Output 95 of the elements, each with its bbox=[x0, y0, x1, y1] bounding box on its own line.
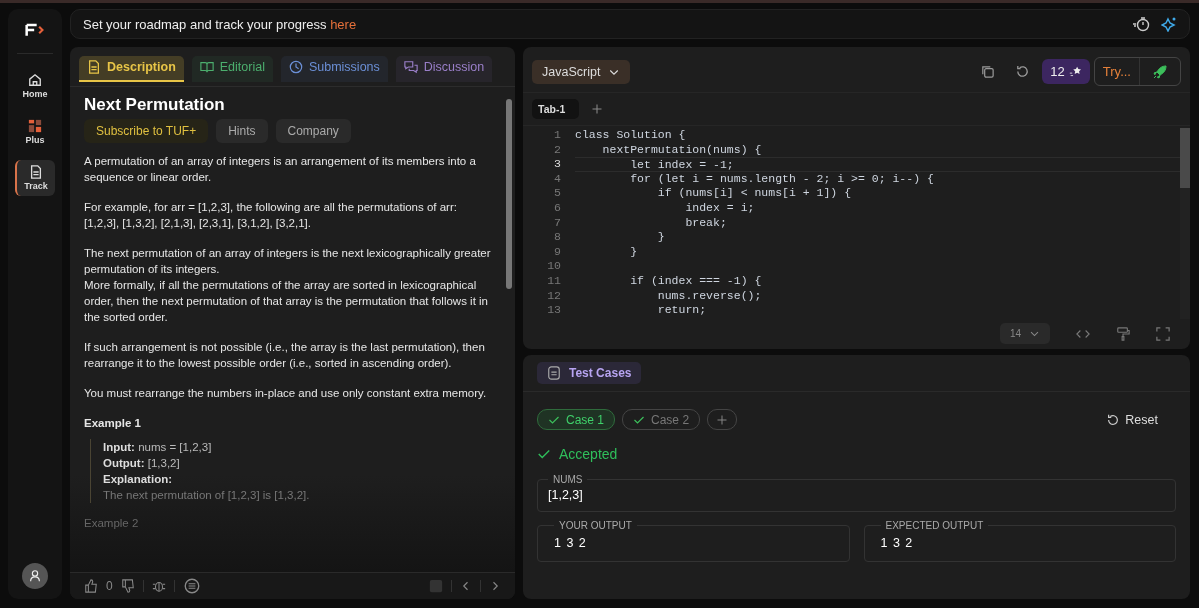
example-line: Input: nums = [1,2,3] bbox=[103, 440, 213, 455]
scrollbar-thumb[interactable] bbox=[506, 99, 512, 289]
code-line: } bbox=[656, 230, 665, 244]
try-button[interactable]: Try... bbox=[1094, 58, 1140, 85]
book-icon bbox=[199, 60, 214, 74]
document-icon bbox=[87, 60, 101, 74]
sparkle-icon[interactable] bbox=[1161, 16, 1177, 32]
code-line: let index = -1; bbox=[629, 158, 734, 172]
terminal-icon bbox=[547, 366, 561, 380]
test-cases-tab[interactable]: Test Cases bbox=[537, 362, 642, 384]
panel-tab[interactable]: Description bbox=[79, 56, 184, 82]
example-line: Output: [1,3,2] bbox=[103, 456, 181, 471]
sidebar-item[interactable]: Plus bbox=[16, 114, 54, 150]
line-number: 7 bbox=[554, 215, 561, 229]
line-number: 10 bbox=[547, 259, 561, 273]
clock-icon bbox=[288, 60, 303, 74]
reset-button[interactable]: Reset bbox=[1100, 411, 1164, 428]
code-line: index = i; bbox=[684, 200, 755, 214]
field-value: [1,2,3] bbox=[548, 488, 583, 502]
field-value: 1 3 2 bbox=[880, 536, 914, 550]
chat-icon bbox=[403, 60, 418, 74]
file-tab[interactable]: Tab-1 bbox=[532, 99, 580, 119]
line-number: 5 bbox=[554, 186, 561, 200]
bug-icon[interactable] bbox=[151, 579, 166, 593]
panel-tab[interactable]: Submissions bbox=[280, 56, 388, 82]
avatar-icon[interactable] bbox=[22, 563, 48, 589]
line-number: 3 bbox=[554, 157, 561, 171]
rocket-icon[interactable] bbox=[1152, 63, 1168, 80]
line-number: 1 bbox=[554, 128, 561, 141]
document-icon bbox=[29, 165, 43, 179]
paint-roller-icon[interactable] bbox=[1116, 326, 1130, 341]
check-icon bbox=[537, 447, 551, 461]
reset-icon bbox=[1106, 412, 1121, 427]
description-paragraph: If such arrangement is not possible (i.e., the array is the last permutation), then rearrange it to the lowest possible order (i.e., sorted in ascending order). bbox=[84, 340, 486, 371]
banner-text: Set your roadmap and track your progress here bbox=[83, 16, 358, 32]
code-line: class Solution { bbox=[575, 128, 686, 141]
code-line: } bbox=[629, 244, 638, 258]
line-number: 9 bbox=[554, 244, 561, 258]
description-paragraph: The next permutation of an array of integers is the next lexicographically greater permutation of its integers. bbox=[84, 246, 491, 277]
line-number: 6 bbox=[554, 200, 561, 214]
credits-button[interactable]: 12 bbox=[1042, 59, 1090, 84]
code-line: if (nums[i] < nums[i + 1]) { bbox=[656, 186, 852, 200]
code-line: nextPermutation(nums) { bbox=[601, 142, 762, 156]
code-line: for (let i = nums.length - 2; i >= 0; i--) { bbox=[629, 171, 934, 185]
line-number: 8 bbox=[554, 230, 561, 244]
example-line: Explanation: bbox=[103, 472, 173, 487]
reset-icon[interactable] bbox=[1015, 64, 1031, 79]
code-line: return; bbox=[656, 303, 707, 317]
here-link[interactable]: here bbox=[330, 16, 357, 32]
description-paragraph: More formally, if all the permutations of the array are sorted in lexicographical order, then the next permutation of that array is the permutation that follows it in the sorted order. bbox=[84, 278, 489, 325]
fullscreen-icon[interactable] bbox=[1156, 326, 1170, 341]
tag-button[interactable]: Company bbox=[275, 119, 351, 143]
example-title: Example 1 bbox=[84, 416, 142, 431]
home-icon bbox=[28, 73, 42, 87]
timer-icon[interactable] bbox=[1131, 16, 1151, 32]
font-size-dropdown[interactable]: 14 bbox=[999, 323, 1050, 344]
description-paragraph: A permutation of an array of integers is an arrangement of its members into a sequence or linear order. bbox=[84, 154, 477, 185]
logo-icon bbox=[25, 23, 45, 37]
example-title: Example 2 bbox=[84, 516, 140, 531]
like-count: 0 bbox=[106, 579, 113, 593]
description-paragraph: For example, for arr = [1,2,3], the following are all the permutations of arr: [1,2,3], [1,3,2], [2,1,3], [2,3,1], [3,1,2], [3,2,1]. bbox=[84, 200, 458, 231]
line-number: 4 bbox=[554, 171, 561, 185]
language-dropdown[interactable]: JavaScript bbox=[532, 59, 631, 84]
tag-button[interactable]: Hints bbox=[216, 119, 268, 143]
scrollbar-thumb[interactable] bbox=[1180, 128, 1190, 188]
thumbs-down-icon[interactable] bbox=[120, 579, 135, 593]
tag-button[interactable]: Subscribe to TUF+ bbox=[84, 119, 209, 143]
example-line: The next permutation of [1,2,3] is [1,3,2]. bbox=[103, 488, 311, 503]
line-number: 12 bbox=[547, 288, 561, 302]
grid-icon bbox=[28, 119, 42, 133]
copy-icon[interactable] bbox=[980, 64, 996, 79]
line-number: 11 bbox=[547, 273, 561, 287]
result-status: Accepted bbox=[559, 446, 618, 462]
line-number: 2 bbox=[554, 142, 561, 156]
case-tab[interactable]: Case 1 bbox=[537, 409, 616, 430]
plus-icon[interactable] bbox=[591, 103, 604, 115]
sidebar-item[interactable]: Track bbox=[15, 160, 55, 196]
field-label: NUMS bbox=[552, 474, 584, 485]
code-line: if (index === -1) { bbox=[629, 273, 762, 287]
field-label: YOUR OUTPUT bbox=[558, 520, 633, 531]
panel-tab[interactable]: Editorial bbox=[191, 56, 273, 82]
field-value: 1 3 2 bbox=[554, 536, 587, 550]
code-line: break; bbox=[684, 215, 727, 229]
plus-icon bbox=[716, 413, 729, 426]
line-number: 13 bbox=[547, 303, 561, 317]
panel-tab[interactable]: Discussion bbox=[395, 56, 493, 82]
problem-title: Next Permutation bbox=[84, 97, 226, 113]
sidebar-item[interactable]: Home bbox=[16, 68, 54, 104]
code-line: nums.reverse(); bbox=[656, 288, 762, 302]
chat-icon[interactable] bbox=[182, 577, 201, 595]
field-label: EXPECTED OUTPUT bbox=[884, 520, 985, 531]
case-tab[interactable]: Case 2 bbox=[622, 409, 701, 430]
thumbs-up-icon[interactable] bbox=[84, 579, 98, 593]
star-icon bbox=[1068, 65, 1082, 78]
description-paragraph: You must rearrange the numbers in-place and use only constant extra memory. bbox=[84, 386, 488, 401]
